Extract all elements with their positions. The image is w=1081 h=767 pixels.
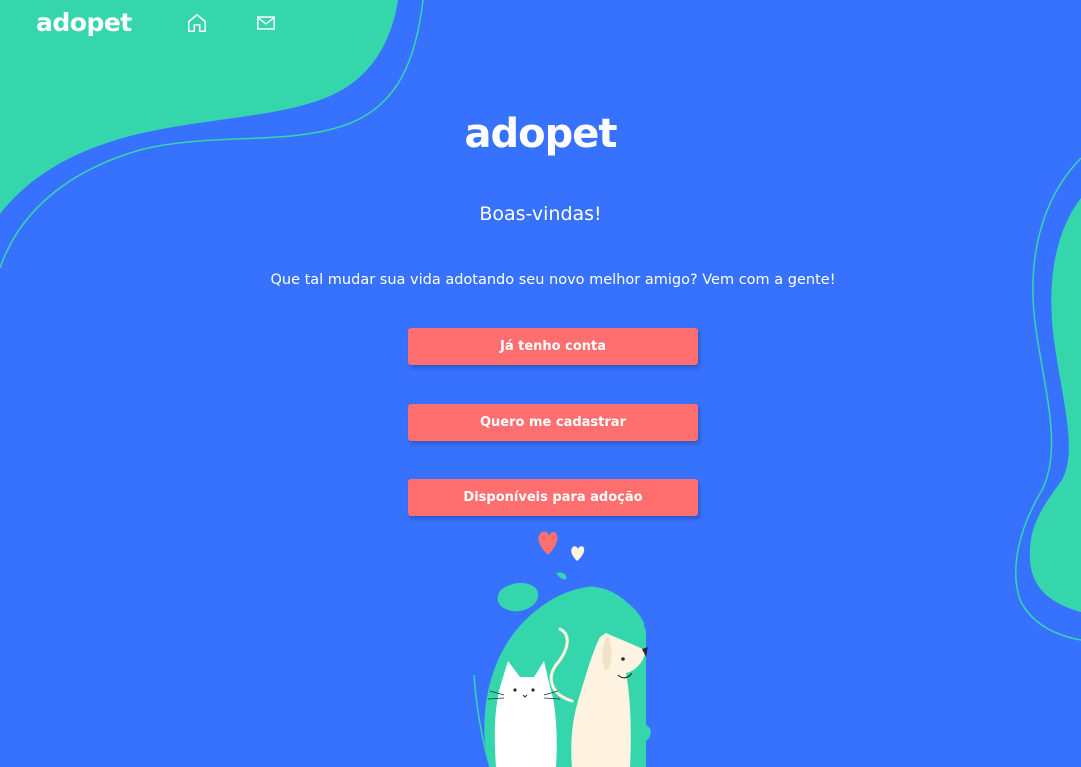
home-icon[interactable]	[186, 12, 208, 34]
main-content: adopet Boas-vindas! Que tal mudar sua vi…	[0, 0, 1081, 767]
mail-icon[interactable]	[255, 12, 277, 34]
green-leaf-icon	[556, 572, 567, 580]
header-logo[interactable]: adopet	[36, 8, 132, 38]
cream-heart-icon	[571, 546, 585, 561]
hero-logo: adopet	[464, 111, 618, 157]
signup-button[interactable]: Quero me cadastrar	[408, 404, 698, 441]
welcome-title: Boas-vindas!	[479, 203, 602, 225]
login-button[interactable]: Já tenho conta	[408, 328, 698, 365]
cat-and-dog-illustration	[473, 531, 651, 767]
red-heart-icon	[538, 531, 558, 555]
available-pets-button[interactable]: Disponíveis para adoção	[408, 479, 698, 516]
top-navigation-bar: adopet	[0, 0, 1081, 48]
tagline-text: Que tal mudar sua vida adotando seu novo…	[270, 272, 836, 288]
